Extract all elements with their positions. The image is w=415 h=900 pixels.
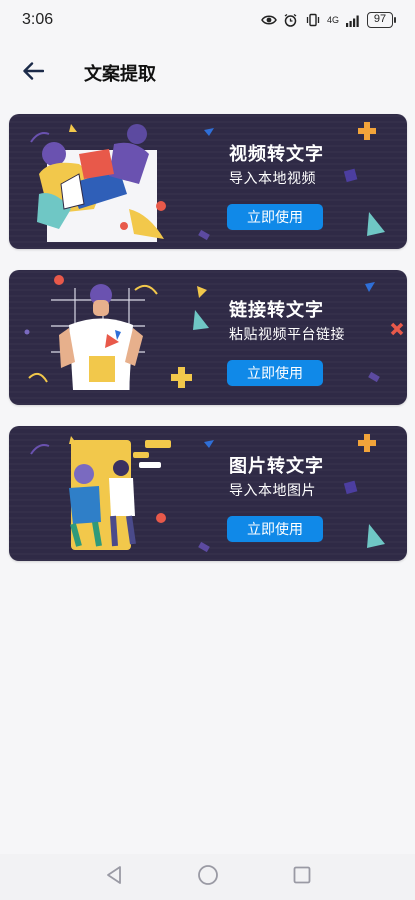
battery-indicator: 97 [367,12,396,28]
card-title: 图片转文字 [229,456,324,477]
nav-recents-button[interactable] [290,865,314,889]
use-now-button[interactable]: 立即使用 [227,204,323,230]
nav-back-button[interactable] [102,865,126,889]
status-bar: 3:06 4G 97 [0,0,415,40]
vibrate-icon [305,13,321,27]
card-link-to-text[interactable]: 链接转文字 粘贴视频平台链接 立即使用 [9,270,407,405]
card-subtitle: 导入本地视频 [229,171,316,187]
alarm-icon [283,13,299,27]
signal-icon [345,13,361,27]
circle-home-icon [197,864,219,890]
eye-icon [261,13,277,27]
back-button[interactable] [18,60,48,86]
app-header: 文案提取 [0,48,415,98]
card-image-to-text[interactable]: 图片转文字 导入本地图片 立即使用 [9,426,407,561]
nav-home-button[interactable] [196,865,220,889]
system-nav-bar [0,854,415,900]
card-title: 视频转文字 [229,144,324,165]
card-video-to-text[interactable]: 视频转文字 导入本地视频 立即使用 [9,114,407,249]
square-recents-icon [292,865,312,889]
card-subtitle: 粘贴视频平台链接 [229,327,345,343]
use-now-button[interactable]: 立即使用 [227,360,323,386]
network-type-label: 4G [326,15,339,25]
image-illustration [30,434,385,553]
status-time: 3:06 [22,11,54,28]
page-title: 文案提取 [84,64,156,85]
triangle-back-icon [105,865,123,889]
back-arrow-icon [22,62,45,84]
use-now-button[interactable]: 立即使用 [227,516,323,542]
status-icons: 4G 97 [261,12,396,28]
link-illustration [24,275,404,390]
card-subtitle: 导入本地图片 [229,483,316,499]
card-title: 链接转文字 [229,300,324,321]
video-illustration [30,122,385,242]
